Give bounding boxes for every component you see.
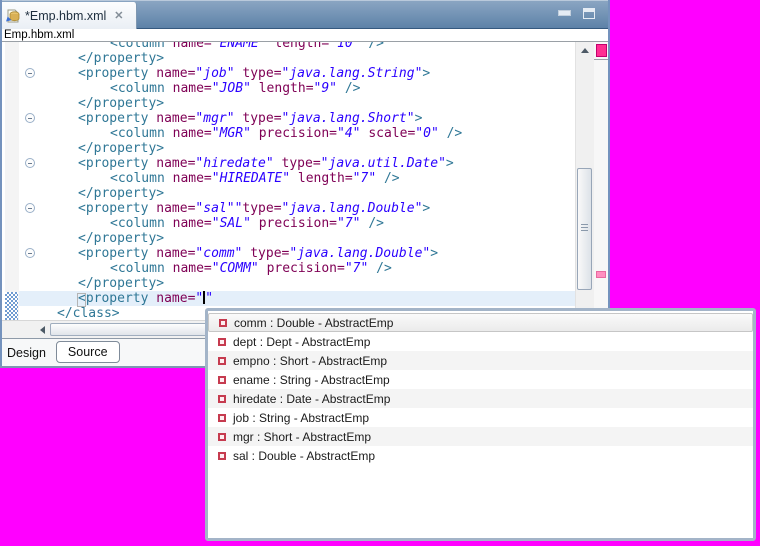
completion-item-label: sal : Double - AbstractEmp bbox=[233, 449, 375, 463]
completion-item-label: job : String - AbstractEmp bbox=[233, 411, 369, 425]
property-icon bbox=[218, 395, 226, 403]
tab-emp-hbm-xml[interactable]: *Emp.hbm.xml ✕ bbox=[0, 2, 137, 30]
property-icon bbox=[218, 376, 226, 384]
completion-item-label: empno : Short - AbstractEmp bbox=[233, 354, 387, 368]
completion-item[interactable]: hiredate : Date - AbstractEmp bbox=[208, 389, 753, 408]
code-line[interactable]: <property name="hiredate" type="java.uti… bbox=[0, 156, 575, 171]
completion-item[interactable]: sal : Double - AbstractEmp bbox=[208, 446, 753, 465]
code-area[interactable]: <column name="ENAME" length="10" /></pro… bbox=[0, 42, 575, 320]
completion-item[interactable]: dept : Dept - AbstractEmp bbox=[208, 332, 753, 351]
window-border-left bbox=[0, 0, 2, 368]
scroll-up-icon[interactable] bbox=[576, 42, 594, 59]
code-line[interactable]: </property> bbox=[0, 51, 575, 66]
maximize-icon[interactable] bbox=[583, 8, 595, 19]
xml-source-editor[interactable]: <column name="ENAME" length="10" /></pro… bbox=[0, 42, 610, 320]
overview-annotation-top[interactable] bbox=[596, 44, 607, 57]
code-line[interactable]: <property name="comm" type="java.lang.Do… bbox=[0, 246, 575, 261]
code-line[interactable]: <column name="JOB" length="9" /> bbox=[0, 81, 575, 96]
completion-item-label: hiredate : Date - AbstractEmp bbox=[233, 392, 390, 406]
content-assist-popup: comm : Double - AbstractEmp dept : Dept -… bbox=[205, 308, 756, 541]
code-line[interactable]: </property> bbox=[0, 276, 575, 291]
property-icon bbox=[218, 433, 226, 441]
code-line[interactable]: </property> bbox=[0, 186, 575, 201]
code-line[interactable]: <property name="mgr" type="java.lang.Sho… bbox=[0, 111, 575, 126]
completion-item-label: mgr : Short - AbstractEmp bbox=[233, 430, 371, 444]
code-line[interactable]: </property> bbox=[0, 141, 575, 156]
scroll-left-icon[interactable] bbox=[34, 322, 50, 338]
tab-close-icon[interactable]: ✕ bbox=[114, 11, 123, 22]
tab-source[interactable]: Source bbox=[56, 341, 120, 363]
overview-annotation-bottom[interactable] bbox=[596, 271, 606, 278]
code-line[interactable]: <column name="HIREDATE" length="7" /> bbox=[0, 171, 575, 186]
matching-bracket-highlight bbox=[77, 293, 86, 307]
hibernate-mapping-file-icon bbox=[5, 8, 21, 24]
completion-item-label: ename : String - AbstractEmp bbox=[233, 373, 390, 387]
code-line[interactable]: <property name="job" type="java.lang.Str… bbox=[0, 66, 575, 81]
fold-collapse-icon[interactable] bbox=[25, 203, 35, 213]
code-line[interactable]: <property name="sal""type="java.lang.Dou… bbox=[0, 201, 575, 216]
property-icon bbox=[218, 414, 226, 422]
code-line[interactable]: </property> bbox=[0, 231, 575, 246]
code-line[interactable]: <property name="" bbox=[0, 291, 575, 306]
property-icon bbox=[218, 452, 226, 460]
completion-item[interactable]: ename : String - AbstractEmp bbox=[208, 370, 753, 389]
fold-collapse-icon[interactable] bbox=[25, 158, 35, 168]
tab-design[interactable]: Design bbox=[0, 343, 53, 363]
code-line[interactable]: <column name="MGR" precision="4" scale="… bbox=[0, 126, 575, 141]
minimize-icon[interactable] bbox=[558, 10, 571, 16]
completion-item[interactable]: mgr : Short - AbstractEmp bbox=[208, 427, 753, 446]
vertical-scrollbar-thumb[interactable] bbox=[577, 168, 592, 290]
property-icon bbox=[218, 338, 226, 346]
completion-item-label: dept : Dept - AbstractEmp bbox=[233, 335, 370, 349]
completion-item[interactable]: empno : Short - AbstractEmp bbox=[208, 351, 753, 370]
code-line[interactable]: </property> bbox=[0, 96, 575, 111]
property-icon bbox=[218, 357, 226, 365]
code-line[interactable]: <column name="SAL" precision="7" /> bbox=[0, 216, 575, 231]
fold-collapse-icon[interactable] bbox=[25, 113, 35, 123]
screen-backdrop: *Emp.hbm.xml ✕ Emp.hbm.xml <column name=… bbox=[0, 0, 760, 546]
breadcrumb-bar: Emp.hbm.xml bbox=[0, 29, 610, 42]
fold-collapse-icon[interactable] bbox=[25, 248, 35, 258]
completion-item[interactable]: comm : Double - AbstractEmp bbox=[208, 313, 753, 332]
tab-title: *Emp.hbm.xml bbox=[25, 9, 106, 23]
fold-collapse-icon[interactable] bbox=[25, 68, 35, 78]
completion-item-label: comm : Double - AbstractEmp bbox=[234, 316, 393, 330]
vertical-scrollbar[interactable] bbox=[575, 42, 594, 320]
code-line[interactable]: <column name="COMM" precision="7" /> bbox=[0, 261, 575, 276]
editor-tab-bar: *Emp.hbm.xml ✕ bbox=[0, 0, 610, 29]
breadcrumb: Emp.hbm.xml bbox=[4, 29, 74, 41]
completion-item[interactable]: job : String - AbstractEmp bbox=[208, 408, 753, 427]
property-icon bbox=[219, 319, 227, 327]
code-line[interactable]: <column name="ENAME" length="10" /> bbox=[0, 42, 575, 51]
